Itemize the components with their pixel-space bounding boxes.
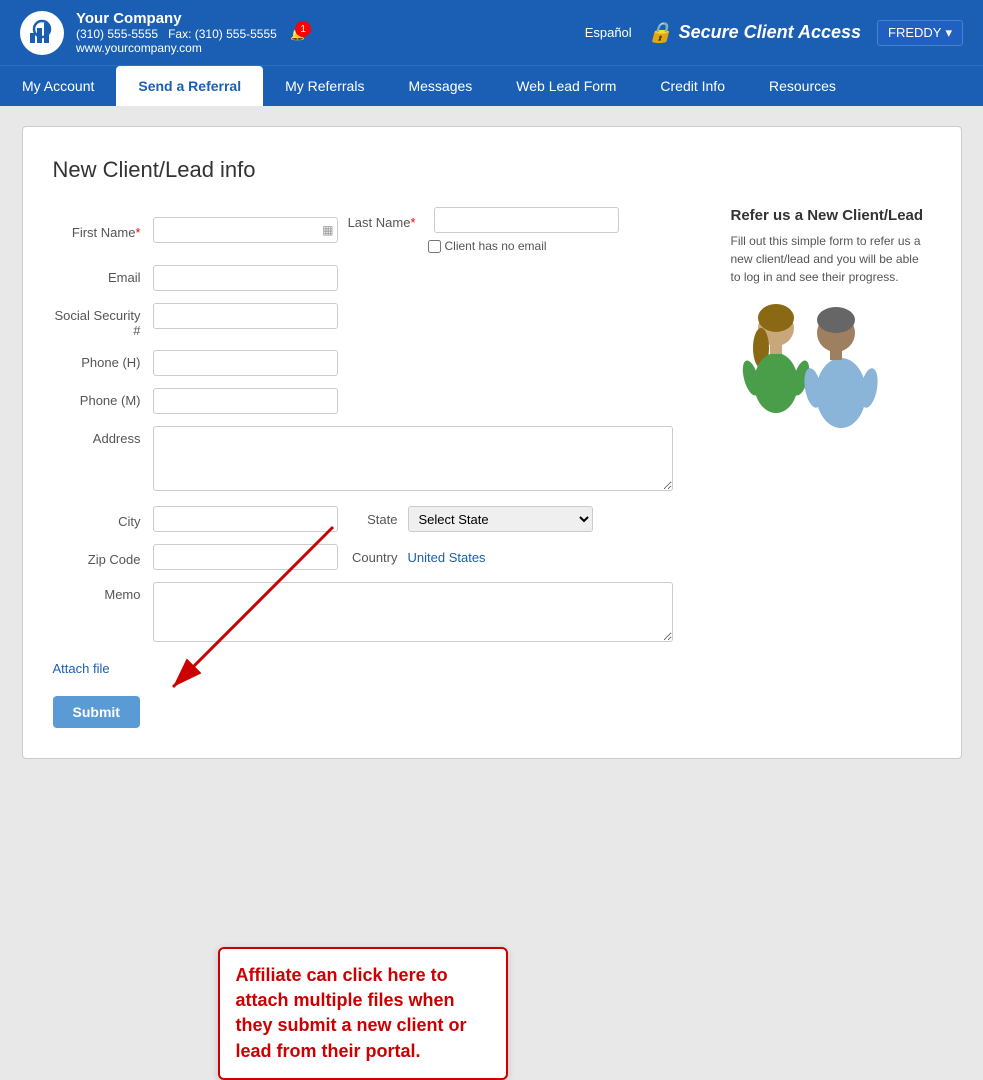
sidebar-description: Fill out this simple form to refer us a …	[731, 232, 931, 286]
form-left: First Name* ▦ Last Name*	[53, 207, 711, 728]
memo-field-wrapper	[153, 582, 711, 645]
ssn-field-wrapper	[153, 303, 711, 329]
lock-icon: 🔒	[648, 20, 673, 45]
zip-country-row: Zip Code Country United States	[53, 544, 711, 570]
form-body: First Name* ▦ Last Name*	[53, 207, 931, 728]
submit-button[interactable]: Submit	[53, 696, 140, 728]
first-name-input-wrapper: ▦	[153, 217, 338, 243]
attach-file-link[interactable]: Attach file	[53, 661, 110, 676]
notification-bell[interactable]: 🔔 1	[290, 27, 305, 41]
nav-item-resources[interactable]: Resources	[747, 66, 858, 106]
zip-field: Zip Code	[53, 544, 338, 570]
last-name-input[interactable]	[434, 207, 619, 233]
name-row: First Name* ▦ Last Name*	[53, 207, 711, 253]
main-content: New Client/Lead info First Name* ▦	[0, 106, 983, 806]
sidebar-title: Refer us a New Client/Lead	[731, 207, 931, 224]
espanol-link[interactable]: Español	[585, 25, 632, 40]
nav-item-web-lead-form[interactable]: Web Lead Form	[494, 66, 638, 106]
email-field-wrapper	[153, 265, 711, 291]
company-logo	[20, 11, 64, 55]
first-name-input[interactable]	[153, 217, 338, 243]
email-row: Email	[53, 265, 711, 291]
phone-h-field-wrapper	[153, 350, 711, 376]
email-label: Email	[53, 265, 153, 285]
nav-item-send-referral[interactable]: Send a Referral	[116, 66, 263, 106]
last-name-row: Last Name*	[348, 207, 619, 233]
memo-label: Memo	[53, 582, 153, 602]
nav-item-credit-info[interactable]: Credit Info	[638, 66, 747, 106]
form-container: New Client/Lead info First Name* ▦	[22, 126, 962, 759]
memo-input[interactable]	[153, 582, 673, 642]
city-input[interactable]	[153, 506, 338, 532]
form-title: New Client/Lead info	[53, 157, 931, 183]
ssn-input[interactable]	[153, 303, 338, 329]
header: Your Company (310) 555-5555 Fax: (310) 5…	[0, 0, 983, 65]
country-value: United States	[408, 550, 486, 565]
phone-h-row: Phone (H)	[53, 350, 711, 376]
company-phone: (310) 555-5555 Fax: (310) 555-5555 🔔 1	[76, 27, 305, 41]
city-state-row: City State Select State Alabama Alaska A…	[53, 506, 711, 532]
phone-m-input[interactable]	[153, 388, 338, 414]
notification-badge: 1	[295, 21, 311, 37]
company-info: Your Company (310) 555-5555 Fax: (310) 5…	[76, 10, 305, 55]
nav-item-messages[interactable]: Messages	[386, 66, 494, 106]
no-email-label: Client has no email	[445, 239, 547, 253]
first-name-label: First Name*	[53, 220, 153, 240]
chevron-down-icon: ▾	[945, 25, 952, 41]
city-label: City	[53, 509, 153, 529]
header-left: Your Company (310) 555-5555 Fax: (310) 5…	[20, 10, 305, 55]
no-email-checkbox[interactable]	[428, 240, 441, 253]
phone-m-field-wrapper	[153, 388, 711, 414]
ssn-label: Social Security #	[53, 303, 153, 338]
secure-access: 🔒 Secure Client Access	[648, 20, 861, 45]
first-name-field: First Name* ▦	[53, 217, 338, 243]
no-email-row: Client has no email	[428, 239, 619, 253]
attach-file-section: Attach file	[53, 657, 711, 688]
zip-label: Zip Code	[53, 547, 153, 567]
callout-box: Affiliate can click here to attach multi…	[218, 947, 508, 1080]
address-label: Address	[53, 426, 153, 446]
zip-input[interactable]	[153, 544, 338, 570]
city-field: City	[53, 506, 338, 532]
user-menu[interactable]: FREDDY ▾	[877, 20, 963, 46]
state-field: State Select State Alabama Alaska Arizon…	[348, 506, 593, 532]
required-star: *	[135, 225, 140, 240]
address-field-wrapper	[153, 426, 711, 494]
phone-m-label: Phone (M)	[53, 388, 153, 408]
calendar-icon: ▦	[322, 223, 333, 237]
last-name-section: Last Name* Client has no email	[348, 207, 619, 253]
form-sidebar: Refer us a New Client/Lead Fill out this…	[731, 207, 931, 728]
navigation: My Account Send a Referral My Referrals …	[0, 65, 983, 106]
memo-row: Memo	[53, 582, 711, 645]
email-input[interactable]	[153, 265, 338, 291]
state-select[interactable]: Select State Alabama Alaska Arizona Cali…	[408, 506, 593, 532]
company-url: www.yourcompany.com	[76, 41, 305, 55]
company-name: Your Company	[76, 10, 305, 27]
ssn-row: Social Security #	[53, 303, 711, 338]
form-bottom: Affiliate can click here to attach multi…	[53, 657, 711, 728]
header-right: Español 🔒 Secure Client Access FREDDY ▾	[585, 20, 963, 46]
submit-section: Submit	[53, 696, 711, 728]
phone-h-input[interactable]	[153, 350, 338, 376]
nav-item-my-referrals[interactable]: My Referrals	[263, 66, 386, 106]
address-row: Address	[53, 426, 711, 494]
phone-h-label: Phone (H)	[53, 350, 153, 370]
state-label: State	[348, 512, 408, 527]
required-star-2: *	[410, 215, 415, 230]
last-name-label: Last Name*	[348, 210, 428, 230]
address-input[interactable]	[153, 426, 673, 491]
people-illustration	[731, 298, 891, 448]
nav-item-my-account[interactable]: My Account	[0, 66, 116, 106]
country-label: Country	[348, 550, 408, 565]
phone-m-row: Phone (M)	[53, 388, 711, 414]
country-field: Country United States	[348, 550, 486, 565]
